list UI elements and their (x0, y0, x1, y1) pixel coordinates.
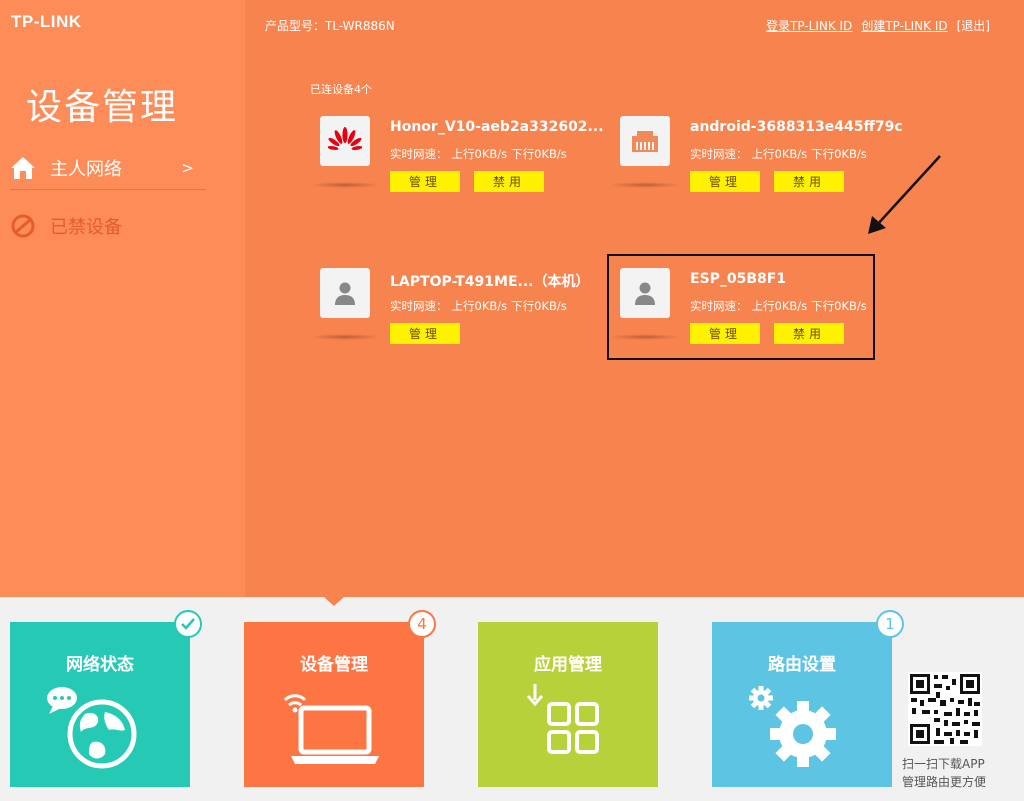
blocked-icon (11, 214, 35, 238)
annotation-arrow-icon (868, 155, 941, 234)
settings-count-badge: 1 (876, 610, 904, 638)
chevron-right-icon: > (181, 158, 194, 177)
tile-label: 设备管理 (300, 655, 368, 675)
tile-network-status[interactable]: 网络状态 (10, 610, 202, 787)
check-icon (174, 610, 202, 638)
device-name: Honor_V10-aeb2a332602... (390, 119, 604, 135)
block-button[interactable]: 禁用 (474, 171, 544, 192)
device-card: Honor_V10-aeb2a332602... 实时网速： 上行0KB/s 下行0… (310, 116, 604, 206)
manage-button[interactable]: 管理 (390, 171, 460, 192)
device-count-badge: 4 (408, 610, 436, 638)
globe-icon (47, 687, 137, 769)
manage-button[interactable]: 管理 (690, 171, 760, 192)
tile-label: 网络状态 (66, 655, 134, 675)
device-name: LAPTOP-T491ME...（本机） (390, 274, 590, 290)
apps-grid-icon (526, 684, 599, 754)
annotation-highlight-box (607, 254, 875, 360)
active-tab-pointer (324, 597, 344, 606)
logout-link[interactable]: [退出] (957, 17, 990, 34)
device-card: LAPTOP-T491ME...（本机） 实时网速： 上行0KB/s 下行0KB/s… (310, 268, 600, 358)
login-tplink-id-link[interactable]: 登录TP-LINK ID (766, 17, 852, 34)
home-icon (11, 156, 35, 179)
sidebar-item-label: 主人网络 (50, 158, 122, 180)
account-links: 登录TP-LINK ID 创建TP-LINK ID [退出] (766, 17, 990, 34)
device-speed: 实时网速： 上行0KB/s 下行0KB/s (390, 299, 567, 313)
device-card: android-3688313e445ff79c 实时网速： 上行0KB/s 下行0… (610, 116, 903, 206)
sidebar-item-label: 已禁设备 (50, 217, 122, 238)
tile-label: 路由设置 (768, 655, 836, 675)
sidebar-title: 设备管理 (26, 87, 179, 128)
ethernet-icon (620, 116, 670, 166)
device-name: android-3688313e445ff79c (690, 119, 903, 135)
sidebar-item-blocked-devices[interactable]: 已禁设备 (10, 204, 206, 248)
block-button[interactable]: 禁用 (774, 171, 844, 192)
tile-router-settings[interactable]: 路由设置 1 (712, 610, 904, 787)
person-icon (320, 268, 370, 318)
app-download-text: 扫一扫下载APP 管理路由更方便 (902, 757, 987, 789)
tile-label: 应用管理 (534, 655, 602, 675)
create-tplink-id-link[interactable]: 创建TP-LINK ID (861, 17, 947, 34)
sidebar-item-host-network[interactable]: 主人网络 > (10, 146, 206, 190)
huawei-logo-icon (320, 116, 370, 166)
sidebar: TP-LINK 设备管理 主人网络 > 已禁设备 (0, 0, 245, 597)
device-speed: 实时网速： 上行0KB/s 下行0KB/s (690, 147, 867, 161)
tile-app-management[interactable]: 应用管理 (478, 622, 658, 787)
tile-device-management[interactable]: 设备管理 4 (244, 610, 436, 787)
product-model: 产品型号：TL-WR886N (265, 19, 395, 33)
connected-device-count: 已连设备4个 (310, 83, 372, 96)
laptop-wifi-icon (283, 694, 379, 764)
manage-button[interactable]: 管理 (390, 323, 460, 344)
tp-link-logo: TP-LINK (11, 12, 82, 31)
gear-icon (749, 686, 836, 767)
device-speed: 实时网速： 上行0KB/s 下行0KB/s (390, 147, 567, 161)
qr-code (908, 672, 982, 746)
